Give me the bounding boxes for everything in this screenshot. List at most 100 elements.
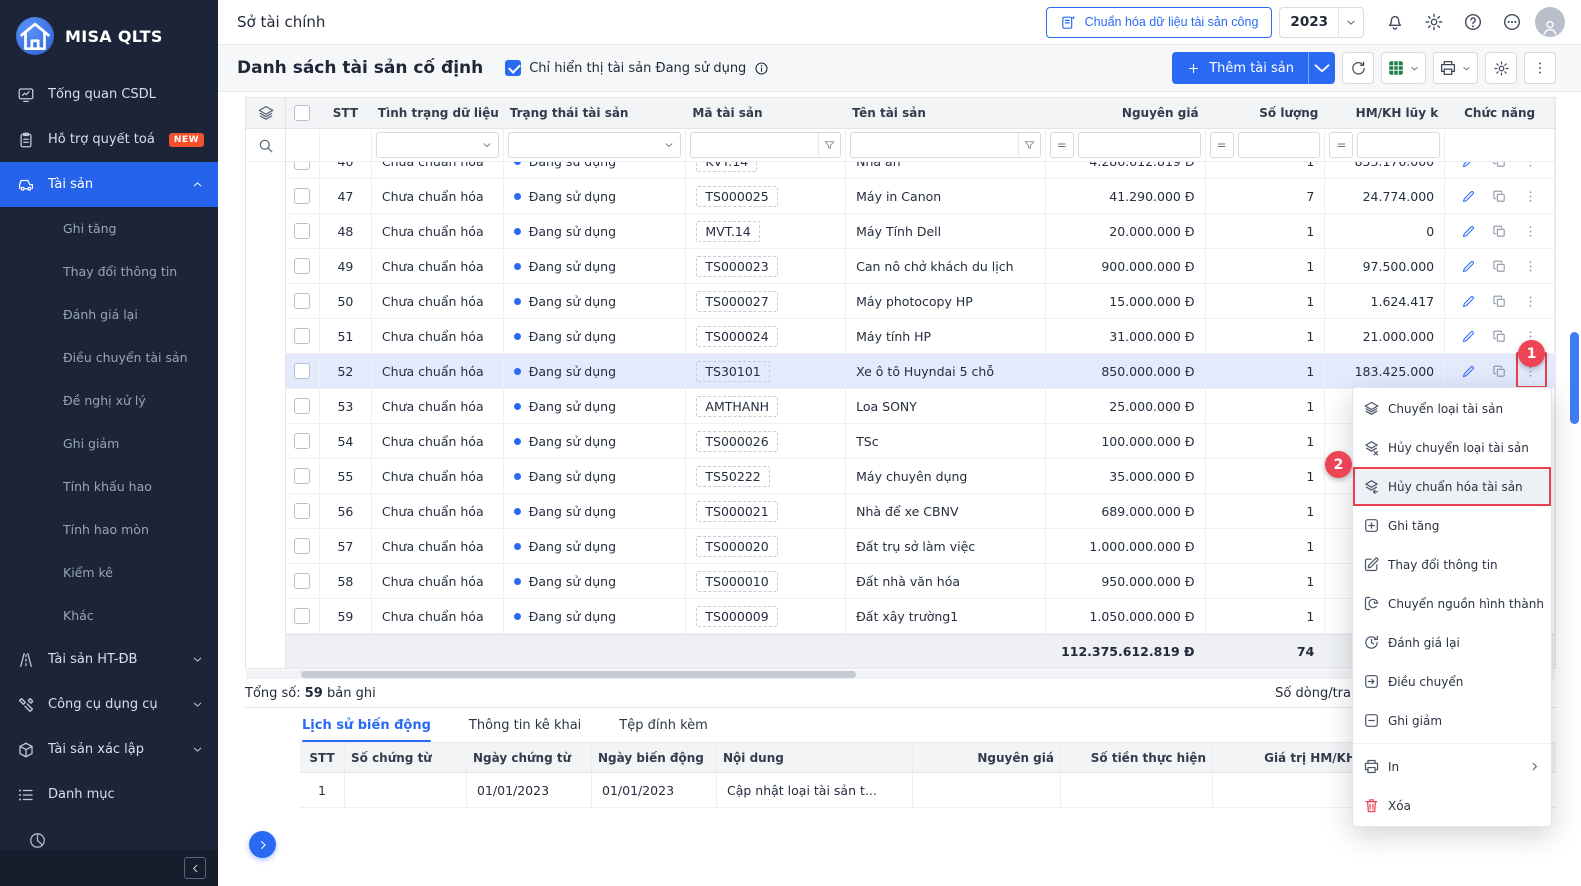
column-header[interactable]: HM/KH lũy k bbox=[1325, 98, 1445, 128]
column-header[interactable]: STT bbox=[320, 98, 372, 128]
menu-item-ghi-giam[interactable]: Ghi giảm bbox=[1353, 701, 1551, 740]
column-header[interactable]: Tên tài sản bbox=[846, 98, 1046, 128]
group-layers-button[interactable] bbox=[246, 98, 285, 129]
menu-item-ghi-tang[interactable]: Ghi tăng bbox=[1353, 506, 1551, 545]
edit-row-button[interactable] bbox=[1458, 255, 1480, 277]
in-use-filter-checkbox[interactable] bbox=[505, 60, 521, 76]
help-icon[interactable] bbox=[1457, 6, 1489, 38]
duplicate-row-button[interactable] bbox=[1489, 185, 1511, 207]
sidebar-item-ho-tro-quyet-toan[interactable]: Hỗ trợ quyết toánNEW bbox=[0, 117, 218, 162]
add-asset-button[interactable]: Thêm tài sản bbox=[1172, 52, 1308, 84]
duplicate-row-button[interactable] bbox=[1489, 325, 1511, 347]
sidebar-item-tinh-khau-hao[interactable]: Tính khấu hao bbox=[0, 465, 218, 508]
filter-input-asset-name[interactable] bbox=[850, 132, 1041, 158]
filter-input-cost[interactable] bbox=[1078, 132, 1201, 158]
filter-input-dep[interactable] bbox=[1357, 132, 1440, 158]
row-checkbox[interactable] bbox=[294, 328, 310, 344]
grid-search-button[interactable] bbox=[246, 129, 285, 162]
filter-input-asset-code[interactable] bbox=[690, 132, 841, 158]
user-avatar[interactable] bbox=[1535, 7, 1565, 37]
sidebar-item-tai-san-xac-lap[interactable]: Tài sản xác lập bbox=[0, 727, 218, 772]
settings-gear-icon[interactable] bbox=[1418, 6, 1450, 38]
table-row[interactable]: 50Chưa chuẩn hóaĐang sử dụngTS000027Máy … bbox=[286, 284, 1555, 319]
duplicate-row-button[interactable] bbox=[1489, 360, 1511, 382]
edit-row-button[interactable] bbox=[1458, 290, 1480, 312]
sidebar-item-dieu-chuyen-tai-san[interactable]: Điều chuyển tài sản bbox=[0, 336, 218, 379]
sidebar-item-ghi-tang[interactable]: Ghi tăng bbox=[0, 207, 218, 250]
filter-operator[interactable]: = bbox=[1329, 132, 1353, 158]
menu-item-thay-doi-thong-tin[interactable]: Thay đổi thông tin bbox=[1353, 545, 1551, 584]
filter-select-asset-status[interactable] bbox=[508, 132, 682, 158]
table-row[interactable]: 47Chưa chuẩn hóaĐang sử dụngTS000025Máy … bbox=[286, 179, 1555, 214]
row-checkbox[interactable] bbox=[294, 162, 310, 170]
row-checkbox[interactable] bbox=[294, 363, 310, 379]
row-checkbox[interactable] bbox=[294, 188, 310, 204]
duplicate-row-button[interactable] bbox=[1489, 290, 1511, 312]
table-row[interactable]: 52Chưa chuẩn hóaĐang sử dụngTS30101Xe ô … bbox=[286, 354, 1555, 389]
sidebar-item-de-nghi-xu-ly[interactable]: Đề nghị xử lý bbox=[0, 379, 218, 422]
sidebar-item-cong-cu-dung-cu[interactable]: Công cụ dụng cụ bbox=[0, 682, 218, 727]
row-checkbox[interactable] bbox=[294, 573, 310, 589]
tab-lich-su-bien-dong[interactable]: Lịch sử biến động bbox=[302, 708, 431, 742]
vertical-scrollbar-thumb[interactable] bbox=[1570, 332, 1579, 424]
more-actions-button[interactable] bbox=[1524, 52, 1556, 84]
sidebar-item-danh-gia-lai[interactable]: Đánh giá lại bbox=[0, 293, 218, 336]
duplicate-row-button[interactable] bbox=[1489, 220, 1511, 242]
edit-row-button[interactable] bbox=[1458, 325, 1480, 347]
row-more-actions-button[interactable] bbox=[1520, 290, 1542, 312]
select-all-checkbox[interactable] bbox=[294, 105, 310, 121]
row-checkbox[interactable] bbox=[294, 433, 310, 449]
sidebar-item-thay-doi-thong-tin[interactable]: Thay đổi thông tin bbox=[0, 250, 218, 293]
app-logo[interactable]: MISA QLTS bbox=[0, 0, 218, 72]
refresh-button[interactable] bbox=[1342, 52, 1374, 84]
menu-item-in[interactable]: In bbox=[1353, 747, 1551, 786]
horizontal-scrollbar-thumb[interactable] bbox=[301, 671, 856, 678]
table-row[interactable]: 49Chưa chuẩn hóaĐang sử dụngTS000023Can … bbox=[286, 249, 1555, 284]
edit-row-button[interactable] bbox=[1458, 220, 1480, 242]
menu-item-chuyen-loai-tai-san[interactable]: Chuyển loại tài sản bbox=[1353, 389, 1551, 428]
sidebar-item-khac[interactable]: Khác bbox=[0, 594, 218, 637]
table-row[interactable]: 51Chưa chuẩn hóaĐang sử dụngTS000024Máy … bbox=[286, 319, 1555, 354]
menu-item-huy-chuan-hoa-tai-san[interactable]: Hủy chuẩn hóa tài sản bbox=[1353, 467, 1551, 506]
column-header[interactable]: Số lượng bbox=[1206, 98, 1326, 128]
sidebar-item-tai-san-ht-db[interactable]: Tài sản HT-ĐB bbox=[0, 637, 218, 682]
menu-item-danh-gia-lai[interactable]: Đánh giá lại bbox=[1353, 623, 1551, 662]
sidebar-item-danh-muc[interactable]: Danh mục bbox=[0, 772, 218, 817]
row-checkbox[interactable] bbox=[294, 468, 310, 484]
expand-panel-button[interactable] bbox=[249, 831, 276, 858]
filter-select-data-status[interactable] bbox=[376, 132, 499, 158]
duplicate-row-button[interactable] bbox=[1489, 255, 1511, 277]
duplicate-row-button[interactable] bbox=[1489, 162, 1511, 173]
filter-funnel-icon[interactable] bbox=[818, 133, 840, 157]
column-header[interactable]: Trạng thái tài sản bbox=[504, 98, 687, 128]
menu-item-dieu-chuyen[interactable]: Điều chuyển bbox=[1353, 662, 1551, 701]
column-header[interactable]: Mã tài sản bbox=[686, 98, 846, 128]
menu-item-chuyen-nguon-hinh-thanh[interactable]: Chuyển nguồn hình thành bbox=[1353, 584, 1551, 623]
row-more-actions-button[interactable] bbox=[1520, 220, 1542, 242]
column-header[interactable]: Tình trạng dữ liệu bbox=[372, 98, 504, 128]
edit-row-button[interactable] bbox=[1458, 162, 1480, 173]
column-header[interactable]: Nguyên giá bbox=[1046, 98, 1206, 128]
tab-thong-tin-ke-khai[interactable]: Thông tin kê khai bbox=[469, 708, 581, 742]
row-checkbox[interactable] bbox=[294, 608, 310, 624]
add-asset-dropdown-button[interactable] bbox=[1308, 52, 1335, 84]
row-more-actions-button[interactable] bbox=[1520, 255, 1542, 277]
normalize-data-button[interactable]: Chuẩn hóa dữ liệu tài sản công bbox=[1046, 7, 1273, 38]
row-checkbox[interactable] bbox=[294, 398, 310, 414]
filter-funnel-icon[interactable] bbox=[1018, 133, 1040, 157]
filter-input-qty[interactable] bbox=[1238, 132, 1321, 158]
export-excel-button[interactable] bbox=[1381, 52, 1426, 84]
notifications-bell-icon[interactable] bbox=[1379, 6, 1411, 38]
collapse-sidebar-button[interactable] bbox=[184, 857, 206, 879]
row-checkbox[interactable] bbox=[294, 223, 310, 239]
year-select[interactable]: 2023 bbox=[1279, 7, 1364, 38]
row-checkbox[interactable] bbox=[294, 538, 310, 554]
table-row[interactable]: 46Chưa chuẩn hóaĐang sử dụngKVT.14Nhà ăn… bbox=[286, 162, 1555, 179]
row-checkbox[interactable] bbox=[294, 293, 310, 309]
edit-row-button[interactable] bbox=[1458, 360, 1480, 382]
print-button[interactable] bbox=[1433, 52, 1478, 84]
sidebar-item-tong-quan-csdl[interactable]: Tổng quan CSDL bbox=[0, 72, 218, 117]
sidebar-item-tai-san[interactable]: Tài sản bbox=[0, 162, 218, 207]
filter-operator[interactable]: = bbox=[1210, 132, 1234, 158]
grid-settings-button[interactable] bbox=[1485, 52, 1517, 84]
